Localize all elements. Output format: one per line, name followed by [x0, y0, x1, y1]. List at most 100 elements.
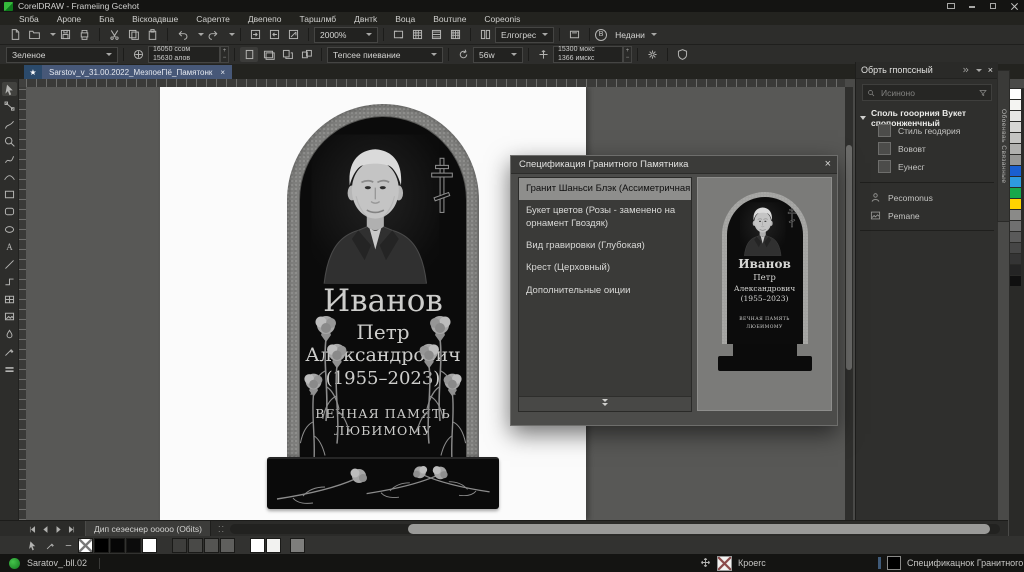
shield-icon[interactable] — [673, 47, 691, 62]
palette-swatch[interactable] — [172, 538, 187, 553]
palette-swatch[interactable] — [1010, 155, 1021, 165]
menu-edit[interactable]: Аропе — [48, 14, 90, 24]
palette-swatch[interactable] — [110, 538, 125, 553]
palette-swatch[interactable] — [1010, 188, 1021, 198]
text-tool[interactable]: A — [2, 240, 17, 254]
monument-base[interactable] — [267, 457, 499, 509]
preset-select[interactable]: Зеленое — [6, 47, 118, 63]
shape-tool[interactable] — [2, 100, 17, 114]
document-tab-close-icon[interactable]: × — [220, 68, 225, 77]
palette-swatch[interactable] — [1010, 221, 1021, 231]
rectangle-tool[interactable] — [2, 187, 17, 201]
table-tool[interactable] — [2, 292, 17, 306]
position-fields[interactable]: 16050 ссом 15630 алов — [148, 46, 220, 63]
position-lock-icon[interactable] — [129, 47, 147, 62]
list-scroll-down[interactable] — [519, 396, 691, 411]
menu-view[interactable]: Бпа — [90, 14, 123, 24]
menu-layout[interactable]: Віскоадвше — [123, 14, 187, 24]
freehand-tool[interactable] — [2, 152, 17, 166]
image-tool[interactable] — [2, 310, 17, 324]
palette-swatch[interactable] — [1010, 210, 1021, 220]
palette-swatch[interactable] — [1010, 265, 1021, 275]
all-pages-icon[interactable] — [278, 47, 296, 62]
redo-caret-icon[interactable] — [229, 33, 235, 36]
rounded-rectangle-tool[interactable] — [2, 205, 17, 219]
close-icon[interactable] — [1009, 1, 1019, 11]
page-tab[interactable]: Дип сеэеснер ооооо (Обits) — [85, 521, 211, 537]
line-tool[interactable] — [2, 257, 17, 271]
units-select[interactable]: Тепсее пиевание — [327, 47, 443, 63]
list-item-granite[interactable]: Гранит Шаньси Блэк (Ассиметричная — [519, 178, 691, 200]
next-page-icon[interactable] — [53, 524, 64, 535]
print-icon[interactable] — [75, 27, 93, 42]
view-enhanced-icon[interactable] — [446, 27, 464, 42]
export-icon[interactable] — [265, 27, 283, 42]
menu-window[interactable]: Сореоnis — [475, 14, 529, 24]
cut-icon[interactable] — [105, 27, 123, 42]
window-panel-icon[interactable] — [946, 1, 956, 11]
rotate-icon[interactable] — [454, 47, 472, 62]
menu-effects[interactable]: Двепепо — [239, 14, 291, 24]
nudge-icon[interactable] — [534, 47, 552, 62]
palette-swatch[interactable] — [1010, 144, 1021, 154]
new-icon[interactable] — [6, 27, 24, 42]
docker-item-pemane[interactable]: Pemane — [870, 210, 994, 221]
palette-swatch[interactable] — [1010, 276, 1021, 286]
view-normal-icon[interactable] — [427, 27, 445, 42]
copy-icon[interactable] — [124, 27, 142, 42]
vertical-scrollbar-thumb[interactable] — [846, 145, 852, 370]
columns-icon[interactable] — [476, 27, 494, 42]
connector-tool[interactable] — [2, 275, 17, 289]
palette-swatch[interactable] — [1010, 111, 1021, 121]
minimize-icon[interactable] — [967, 1, 977, 11]
horizontal-ruler[interactable] — [26, 79, 845, 87]
docker-search-box[interactable] — [862, 84, 992, 101]
no-color-swatch[interactable] — [78, 538, 93, 553]
page-portrait-icon[interactable] — [240, 47, 258, 62]
cursor-icon[interactable] — [24, 538, 40, 552]
import-icon[interactable] — [246, 27, 264, 42]
docker-item-style[interactable]: Стиль геодярия — [878, 124, 994, 137]
palette-swatch[interactable] — [1010, 89, 1021, 99]
search-input[interactable] — [879, 87, 975, 99]
save-icon[interactable] — [56, 27, 74, 42]
palette-swatch[interactable] — [220, 538, 235, 553]
menu-table[interactable]: Воца — [386, 14, 424, 24]
resize-grip-icon[interactable]: ⁚⁚ — [218, 525, 225, 534]
palette-swatch[interactable] — [1010, 177, 1021, 187]
menu-bitmaps[interactable]: Таршлмб — [290, 14, 345, 24]
vertical-ruler[interactable] — [18, 87, 26, 520]
list-item-bouquet[interactable]: Букет цветов (Розы - заменено на орнамен… — [519, 200, 691, 235]
settings-gear-icon[interactable] — [643, 47, 661, 62]
last-page-icon[interactable] — [66, 524, 77, 535]
palette-swatch[interactable] — [126, 538, 141, 553]
monument-stele[interactable]: Иванов Петр Александрович (1955–2023) ВЕ… — [287, 104, 479, 457]
palette-swatch[interactable] — [142, 538, 157, 553]
maximize-icon[interactable] — [988, 1, 998, 11]
eyedropper-tool[interactable] — [2, 345, 17, 359]
view-simple-icon[interactable] — [408, 27, 426, 42]
docker-flyout-icon[interactable] — [976, 69, 982, 72]
palette-swatch[interactable] — [94, 538, 109, 553]
docker-item-pecomonus[interactable]: Pecomonus — [870, 192, 994, 203]
palette-swatch[interactable] — [188, 538, 203, 553]
undo-icon[interactable] — [173, 27, 191, 42]
zoom-tool[interactable] — [2, 135, 17, 149]
vertical-scrollbar[interactable] — [845, 87, 853, 520]
palette-swatch[interactable] — [1010, 232, 1021, 242]
redo-icon[interactable] — [204, 27, 222, 42]
zoom-level-select[interactable]: 2000% — [314, 27, 378, 43]
size-fields[interactable]: 15300 мокс 1366 имскс — [553, 46, 623, 63]
docker-double-chevron-icon[interactable] — [962, 66, 970, 74]
palette-swatch[interactable] — [204, 538, 219, 553]
palette-swatch[interactable] — [1010, 122, 1021, 132]
docker-close-icon[interactable]: × — [988, 65, 993, 75]
palette-swatch[interactable] — [1010, 243, 1021, 253]
pick-tool[interactable] — [2, 82, 17, 96]
expand-triangle-icon[interactable] — [860, 116, 866, 120]
eyedropper-icon[interactable] — [42, 538, 58, 552]
no-fill-swatch[interactable] — [717, 556, 732, 571]
first-page-icon[interactable] — [27, 524, 38, 535]
size-spinner[interactable]: +− — [623, 46, 632, 63]
palette-swatch[interactable] — [1010, 199, 1021, 209]
